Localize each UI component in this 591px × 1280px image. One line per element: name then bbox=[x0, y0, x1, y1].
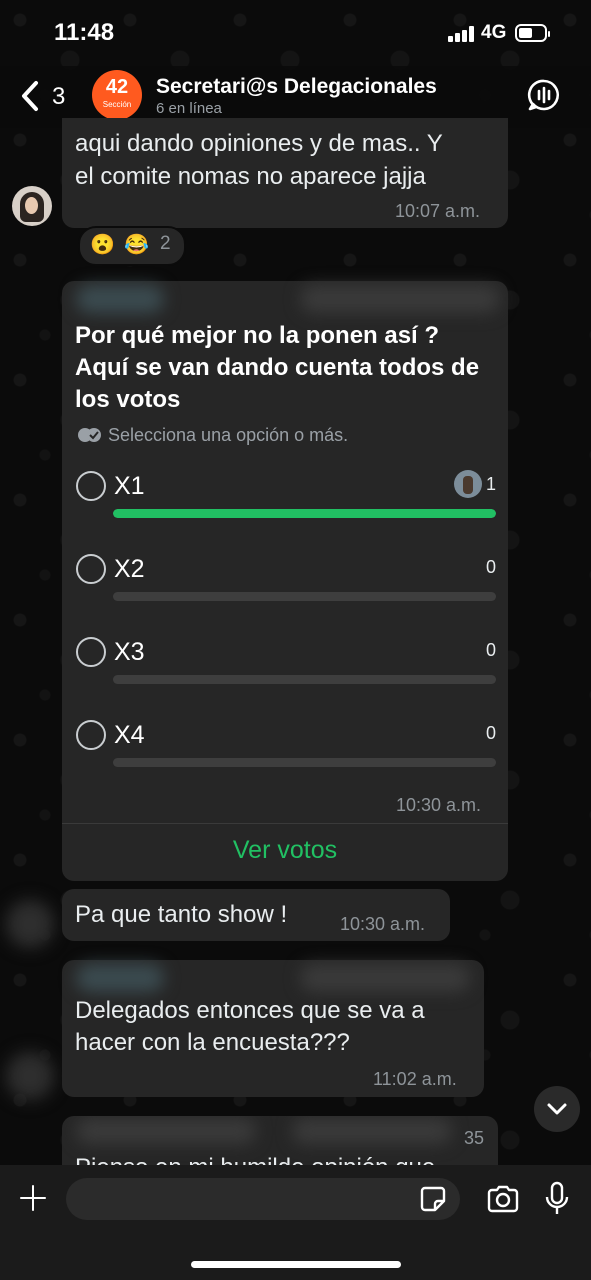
poll-option-count: 1 bbox=[485, 474, 496, 494]
view-votes-button[interactable]: Ver votos bbox=[62, 836, 508, 865]
message-bubble[interactable]: 35 Pienso en mi humilde opinión que bbox=[62, 1116, 498, 1165]
scroll-down-icon[interactable] bbox=[534, 1086, 580, 1132]
message-time: 10:30 a.m. bbox=[340, 914, 426, 934]
message-time: 10:07 a.m. bbox=[395, 201, 481, 221]
poll-option-count: 0 bbox=[485, 557, 496, 577]
home-indicator bbox=[191, 1261, 401, 1268]
battery-icon bbox=[515, 24, 550, 42]
status-time: 11:48 bbox=[54, 19, 115, 46]
sender-avatar[interactable] bbox=[12, 186, 52, 226]
poll-option-radio[interactable] bbox=[76, 471, 106, 501]
poll-divider bbox=[62, 823, 508, 824]
poll-time: 10:30 a.m. bbox=[396, 795, 482, 815]
poll-option-radio[interactable] bbox=[76, 637, 106, 667]
reaction-emoji: 😮 bbox=[90, 234, 115, 256]
message-bubble[interactable]: Delegados entonces que se va a hacer con… bbox=[62, 960, 484, 1097]
message-bubble[interactable]: Pa que tanto show ! 10:30 a.m. bbox=[62, 889, 450, 941]
double-check-icon bbox=[78, 428, 101, 442]
message-time: 11:02 a.m. bbox=[373, 1069, 457, 1089]
poll-option-radio[interactable] bbox=[76, 720, 106, 750]
group-avatar[interactable]: 42 Sección bbox=[92, 70, 142, 120]
poll-option-bar bbox=[113, 592, 496, 601]
message-text: Pa que tanto show ! bbox=[75, 901, 288, 928]
online-status: 6 en línea bbox=[156, 100, 222, 117]
poll-hint: Selecciona una opción o más. bbox=[108, 425, 349, 445]
blurred-sender-name bbox=[76, 964, 164, 992]
group-avatar-text: Sección bbox=[102, 100, 132, 109]
sticker-icon[interactable] bbox=[419, 1185, 447, 1213]
message-text-line: hacer con la encuesta??? bbox=[75, 1029, 350, 1056]
signal-icon bbox=[448, 26, 476, 42]
voice-chat-icon[interactable] bbox=[527, 78, 561, 112]
poll-option-bar bbox=[113, 509, 496, 518]
poll-option-label[interactable]: X4 bbox=[114, 721, 145, 750]
blurred-avatar bbox=[6, 900, 54, 948]
chat-title[interactable]: Secretari@s Delegacionales bbox=[156, 75, 437, 99]
blurred-avatar bbox=[6, 1052, 54, 1100]
poll-option-label[interactable]: X3 bbox=[114, 638, 145, 667]
message-text-partial: Pienso en mi humilde opinión que bbox=[75, 1152, 435, 1165]
poll-option-radio[interactable] bbox=[76, 554, 106, 584]
plus-icon[interactable] bbox=[18, 1183, 48, 1213]
reaction-count: 2 bbox=[160, 233, 171, 254]
blurred-sender-phone bbox=[300, 285, 500, 313]
camera-icon[interactable] bbox=[486, 1185, 520, 1213]
back-chevron-icon[interactable] bbox=[16, 78, 46, 114]
poll-option-count: 0 bbox=[485, 723, 496, 743]
poll-option-bar bbox=[113, 758, 496, 767]
poll-option-bar bbox=[113, 675, 496, 684]
poll-option-count: 0 bbox=[485, 640, 496, 660]
message-input[interactable] bbox=[66, 1178, 460, 1220]
message-text-line: aqui dando opiniones y de mas.. Y bbox=[75, 130, 443, 157]
message-bubble[interactable]: aqui dando opiniones y de mas.. Y el com… bbox=[62, 118, 508, 228]
blurred-sender-phone bbox=[300, 964, 470, 992]
status-bar: 11:48 4G bbox=[0, 0, 591, 66]
reactions-pill[interactable]: 😮 😂 2 bbox=[78, 226, 186, 266]
reaction-emoji: 😂 bbox=[124, 234, 149, 256]
message-text-line: Delegados entonces que se va a bbox=[75, 997, 425, 1024]
network-label: 4G bbox=[481, 22, 507, 43]
message-text-line: el comite nomas no aparece jajja bbox=[75, 163, 426, 190]
group-avatar-number: 42 bbox=[105, 76, 129, 98]
poll-option-label[interactable]: X1 bbox=[114, 472, 145, 501]
unread-count[interactable]: 3 bbox=[52, 83, 65, 111]
message-meta: 35 bbox=[464, 1128, 485, 1148]
poll-option-label[interactable]: X2 bbox=[114, 555, 145, 584]
microphone-icon[interactable] bbox=[544, 1181, 570, 1217]
blurred-sender-phone bbox=[292, 1118, 452, 1144]
blurred-sender-name bbox=[76, 1118, 256, 1144]
poll-question: Por qué mejor no la ponen así ? Aquí se … bbox=[75, 322, 480, 413]
blurred-sender-name bbox=[76, 285, 164, 313]
